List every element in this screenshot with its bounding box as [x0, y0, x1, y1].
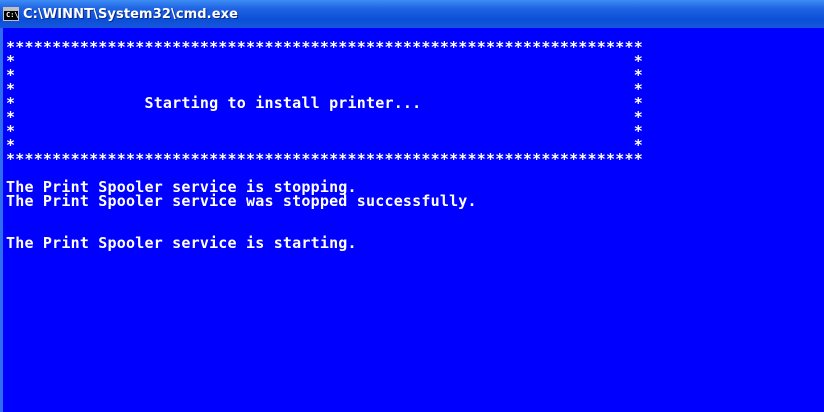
- console-line: The Print Spooler service is starting.: [6, 234, 357, 252]
- title-bar[interactable]: C:\ C:\WINNT\System32\cmd.exe: [0, 0, 824, 28]
- console-line: The Print Spooler service was stopped su…: [6, 192, 477, 210]
- console-area[interactable]: ****************************************…: [0, 28, 824, 412]
- cmd-window: C:\ C:\WINNT\System32\cmd.exe **********…: [0, 0, 824, 412]
- cmd-console-icon[interactable]: C:\: [3, 7, 19, 21]
- console-output: ****************************************…: [6, 40, 643, 252]
- console-line: ****************************************…: [6, 150, 643, 168]
- window-title: C:\WINNT\System32\cmd.exe: [23, 6, 239, 22]
